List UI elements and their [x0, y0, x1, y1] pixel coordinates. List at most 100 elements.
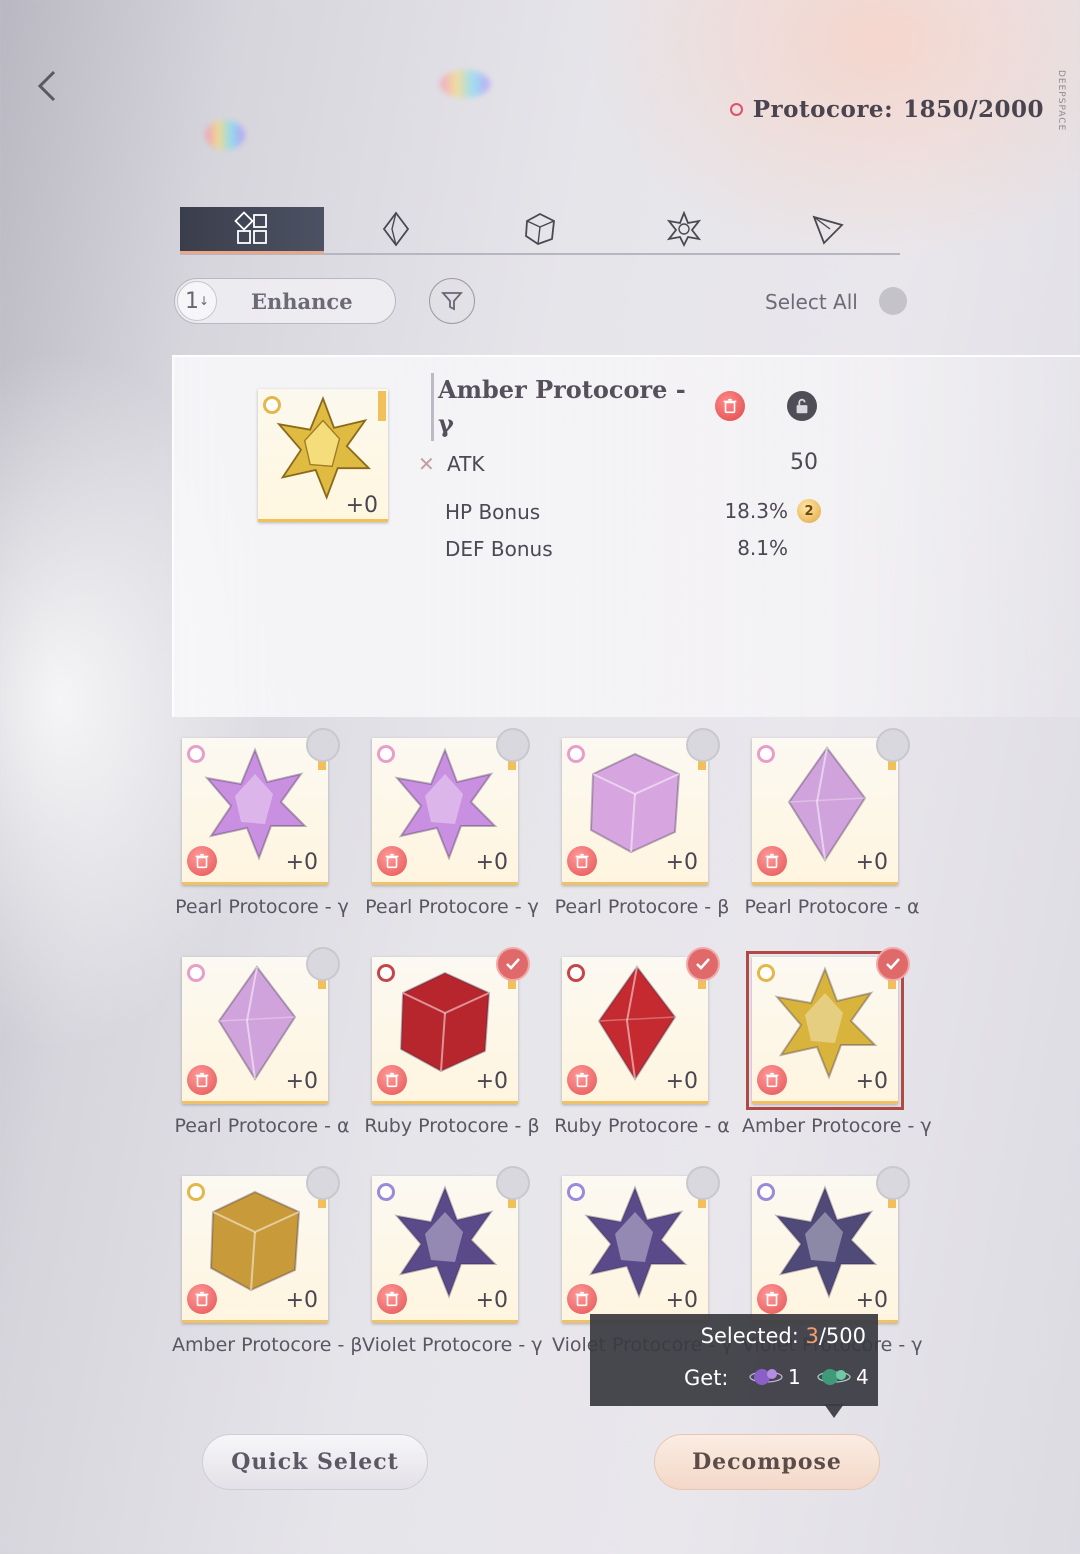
item-name: Pearl Protocore - γ	[365, 896, 539, 918]
tab-all[interactable]	[180, 207, 324, 254]
sub-stat-value: 8.1%	[737, 536, 788, 560]
protocore-item[interactable]: +0 Pearl Protocore - β	[552, 728, 742, 930]
upgrade-count-badge: 2	[797, 499, 821, 523]
item-level: +0	[855, 1069, 888, 1094]
checked-checkbox[interactable]	[496, 947, 530, 981]
item-level: +0	[855, 850, 888, 875]
star-protocore-icon	[394, 747, 498, 861]
star-protocore-icon	[584, 1185, 688, 1299]
protocore-card[interactable]: +0	[562, 1176, 708, 1323]
category-tabs	[180, 207, 900, 255]
diamond-protocore-icon	[217, 965, 297, 1081]
back-button[interactable]	[30, 66, 70, 106]
lock-button[interactable]	[787, 391, 817, 421]
protocore-card[interactable]: +0	[562, 738, 708, 885]
detail-item-card: +0	[258, 389, 388, 522]
purple-orb-icon	[749, 1369, 783, 1385]
unchecked-checkbox[interactable]	[686, 1166, 720, 1200]
protocore-card[interactable]: +0	[372, 1176, 518, 1323]
trash-icon	[377, 1065, 407, 1095]
protocore-card[interactable]: +0	[562, 957, 708, 1104]
cube-protocore-icon	[209, 1190, 301, 1292]
tab-diamond[interactable]	[324, 207, 468, 251]
item-name: Violet Protocore - γ	[362, 1334, 543, 1356]
grid-icon	[234, 211, 267, 244]
sort-dropdown[interactable]: 1 ↓ Enhance	[174, 278, 396, 324]
protocore-item[interactable]: +0 Pearl Protocore - α	[742, 728, 932, 930]
item-level: +0	[285, 1069, 318, 1094]
checkmark-icon	[696, 958, 710, 970]
unchecked-checkbox[interactable]	[306, 728, 340, 762]
unchecked-checkbox[interactable]	[496, 728, 530, 762]
item-level: +0	[855, 1288, 888, 1313]
reward-item: 4	[816, 1362, 869, 1392]
detail-title: Amber Protocore - γ	[431, 373, 704, 441]
protocore-card[interactable]: +0	[746, 951, 904, 1110]
prism-sparkle	[440, 70, 490, 98]
checked-checkbox[interactable]	[876, 947, 910, 981]
main-stat-label: ATK	[447, 452, 485, 476]
item-level: +0	[665, 1069, 698, 1094]
protocore-card[interactable]: +0	[182, 1176, 328, 1323]
protocore-card[interactable]: +0	[182, 738, 328, 885]
star-protocore-icon	[774, 1185, 878, 1299]
filter-button[interactable]	[429, 278, 475, 324]
quick-select-button[interactable]: Quick Select	[202, 1434, 428, 1490]
select-all-toggle[interactable]	[879, 287, 907, 315]
checked-checkbox[interactable]	[686, 947, 720, 981]
protocore-item[interactable]: +0 Ruby Protocore - β	[362, 947, 552, 1149]
item-level: +0	[665, 1288, 698, 1313]
decompose-mark-button[interactable]	[715, 391, 745, 421]
selected-count: Selected: 3/500	[701, 1324, 866, 1348]
cube-icon	[525, 212, 555, 245]
item-level: +0	[475, 1288, 508, 1313]
detail-level: +0	[345, 493, 378, 518]
item-name: Ruby Protocore - α	[554, 1115, 730, 1137]
tab-cube[interactable]	[468, 207, 612, 251]
star-protocore-icon	[204, 747, 308, 861]
protocore-card[interactable]: +0	[752, 738, 898, 885]
selected-label: Selected:	[700, 1324, 799, 1348]
tab-triangle[interactable]	[756, 207, 900, 251]
protocore-card[interactable]: +0	[372, 738, 518, 885]
trash-icon	[187, 1065, 217, 1095]
unchecked-checkbox[interactable]	[306, 947, 340, 981]
protocore-card[interactable]: +0	[752, 1176, 898, 1323]
protocore-item[interactable]: +0 Amber Protocore - β	[172, 1166, 363, 1368]
tooltip-arrow	[824, 1404, 844, 1418]
trash-icon	[567, 1284, 597, 1314]
protocore-card[interactable]: +0	[182, 957, 328, 1104]
item-level: +0	[665, 850, 698, 875]
sort-order-toggle[interactable]: 1 ↓	[177, 281, 217, 321]
protocore-item[interactable]: +0 Pearl Protocore - α	[172, 947, 362, 1149]
select-all-label: Select All	[765, 290, 858, 314]
tab-star-polyhedron[interactable]	[612, 207, 756, 251]
protocore-item[interactable]: +0 Ruby Protocore - α	[552, 947, 742, 1149]
item-level: +0	[475, 1069, 508, 1094]
protocore-item[interactable]: +0 Violet Protocore - γ	[362, 1166, 552, 1368]
item-name: Pearl Protocore - α	[174, 1115, 350, 1137]
protocore-item[interactable]: +0 Pearl Protocore - γ	[172, 728, 362, 930]
green-orb-icon	[817, 1369, 851, 1385]
protocore-item[interactable]: +0 Pearl Protocore - γ	[362, 728, 552, 930]
trash-icon	[723, 398, 737, 414]
filter-icon	[441, 292, 463, 311]
unchecked-checkbox[interactable]	[496, 1166, 530, 1200]
star-polyhedron-icon	[666, 211, 702, 247]
diamond-protocore-icon	[787, 746, 867, 862]
unchecked-checkbox[interactable]	[876, 728, 910, 762]
trash-icon	[187, 1284, 217, 1314]
cube-protocore-icon	[589, 752, 681, 854]
checkmark-icon	[506, 958, 520, 970]
unchecked-checkbox[interactable]	[686, 728, 720, 762]
protocore-item[interactable]: +0 Amber Protocore - γ	[742, 947, 932, 1149]
item-name: Amber Protocore - γ	[742, 1115, 932, 1137]
diamond-protocore-icon	[597, 965, 677, 1081]
protocore-card[interactable]: +0	[372, 957, 518, 1104]
unchecked-checkbox[interactable]	[306, 1166, 340, 1200]
triangle-icon	[812, 215, 844, 245]
main-stat-value: 50	[790, 450, 818, 475]
unchecked-checkbox[interactable]	[876, 1166, 910, 1200]
decompose-button[interactable]: Decompose	[654, 1434, 880, 1490]
cube-protocore-icon	[399, 971, 491, 1073]
